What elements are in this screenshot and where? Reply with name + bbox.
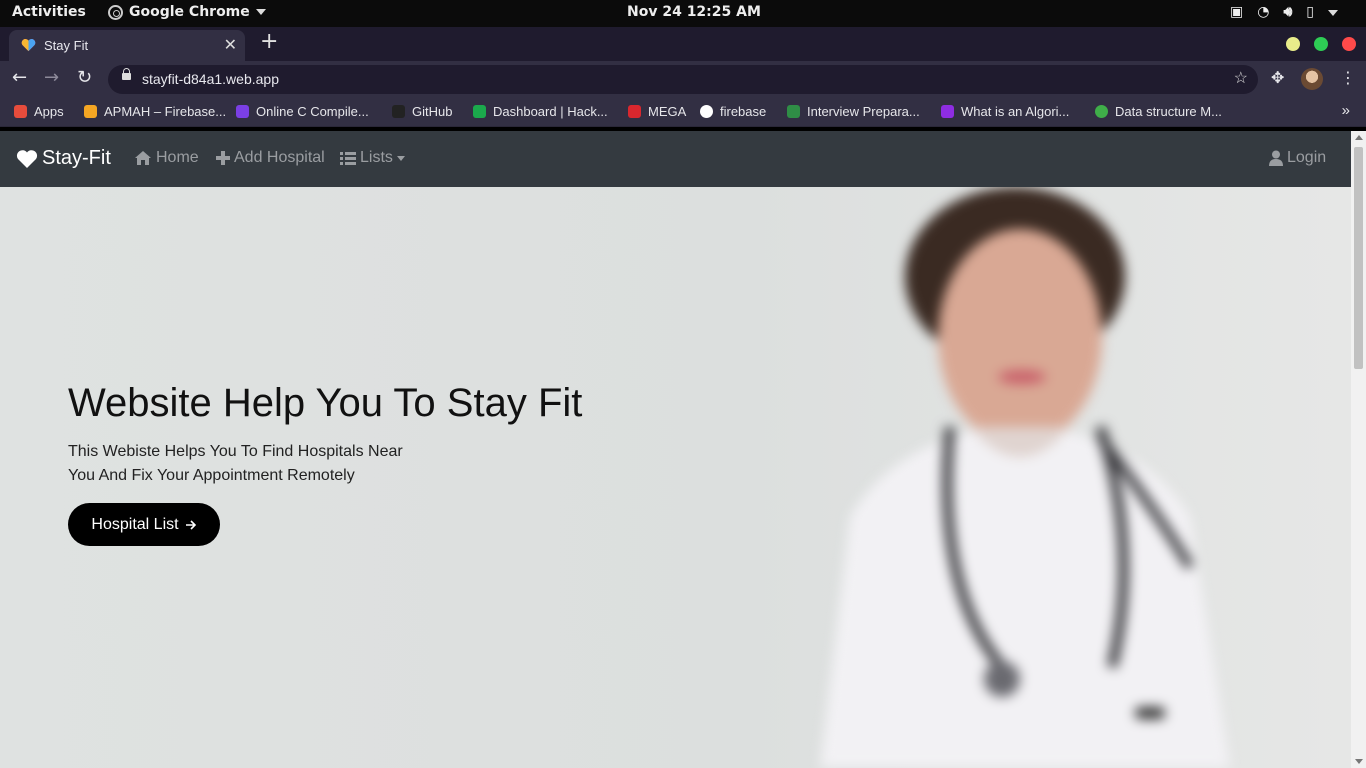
bookmark-label: Data structure M... [1115, 104, 1222, 119]
address-bar[interactable]: stayfit-d84a1.web.app ☆ [108, 65, 1258, 94]
bookmark-star-icon[interactable]: ☆ [1234, 68, 1248, 88]
hospital-list-button[interactable]: Hospital List [68, 503, 220, 546]
firebase-icon [84, 105, 97, 118]
nav-login-label: Login [1287, 149, 1327, 166]
bookmark-label: Interview Prepara... [807, 104, 920, 119]
bookmark-label: firebase [720, 104, 767, 119]
bolt-icon [236, 105, 249, 118]
back-button[interactable]: ← [12, 67, 27, 88]
arrow-right-icon [185, 519, 196, 530]
reload-button[interactable]: ↻ [77, 67, 92, 88]
clock[interactable]: Nov 24 12:25 AM [627, 4, 761, 20]
bookmark-item[interactable]: APMAH – Firebase... [84, 104, 226, 119]
gfg-circle-icon [1095, 105, 1108, 118]
bookmark-label: APMAH – Firebase... [104, 104, 227, 119]
hospital-list-button-label: Hospital List [91, 515, 179, 533]
hackerrank-icon [473, 105, 486, 118]
screen-icon: ▣ [1230, 4, 1244, 20]
list-icon [340, 152, 356, 165]
profile-avatar[interactable] [1301, 68, 1323, 90]
doctor-hero-image [820, 187, 1230, 768]
bookmark-label: MEGA [648, 104, 687, 119]
nav-home[interactable]: Home [134, 149, 199, 167]
question-icon [941, 105, 954, 118]
bookmark-item[interactable]: Apps [14, 104, 64, 119]
new-tab-button[interactable]: + [260, 29, 278, 54]
scrollbar-thumb[interactable] [1354, 147, 1363, 369]
bookmark-label: GitHub [412, 104, 453, 119]
tab-title: Stay Fit [44, 38, 89, 53]
url-text[interactable]: stayfit-d84a1.web.app [142, 71, 279, 87]
site-navbar: Stay-Fit Home Add Hospital Lists Login [0, 131, 1351, 187]
plus-icon [216, 151, 230, 165]
system-tray[interactable]: ▣ ◔ 🔊︎ ▯ [1230, 4, 1338, 20]
wifi-icon: ◔ [1257, 4, 1270, 20]
bookmark-label: What is an Algori... [961, 104, 1070, 119]
globe-icon [700, 105, 713, 118]
bookmark-label: Dashboard | Hack... [493, 104, 608, 119]
hero-subtitle: This Webiste Helps You To Find Hospitals… [68, 440, 428, 488]
gfg-icon [787, 105, 800, 118]
github-icon [392, 105, 405, 118]
bookmark-item[interactable]: Interview Prepara... [787, 104, 920, 119]
bookmark-item[interactable]: Online C Compile... [236, 104, 369, 119]
bookmark-item[interactable]: firebase [700, 104, 766, 119]
chevron-down-icon [1328, 10, 1338, 16]
bookmark-item[interactable]: Dashboard | Hack... [473, 104, 608, 119]
heart-favicon-icon [21, 39, 36, 52]
page-scrollbar[interactable] [1351, 131, 1366, 768]
minimize-button[interactable] [1286, 37, 1300, 51]
chevron-down-icon [255, 9, 266, 15]
bookmark-item[interactable]: What is an Algori... [941, 104, 1069, 119]
nav-add-hospital[interactable]: Add Hospital [216, 149, 325, 167]
caret-down-icon [396, 155, 405, 161]
app-menu[interactable]: Google Chrome [108, 4, 266, 20]
heart-icon [16, 149, 38, 168]
chrome-icon [108, 4, 123, 20]
maximize-button[interactable] [1314, 37, 1328, 51]
user-icon [1269, 150, 1283, 166]
hero-subtitle-line-1: This Webiste Helps You To Find Hospitals… [68, 443, 403, 460]
volume-icon: 🔊︎ [1283, 4, 1293, 20]
bookmarks-bar: » Apps APMAH – Firebase... Online C Compil… [0, 97, 1366, 127]
tab-strip: Stay Fit ✕ + [0, 27, 1366, 61]
apps-grid-icon [14, 105, 27, 118]
app-name: Google Chrome [129, 4, 250, 20]
close-window-button[interactable] [1342, 37, 1356, 51]
brand-logo[interactable]: Stay-Fit [16, 147, 111, 170]
brand-name: Stay-Fit [42, 147, 111, 169]
scroll-down-arrow[interactable] [1355, 759, 1363, 764]
nav-lists-label: Lists [360, 149, 393, 166]
lock-icon[interactable] [122, 68, 131, 80]
mega-icon [628, 105, 641, 118]
browser-toolbar: ← → ↻ stayfit-d84a1.web.app ☆ ✥ ⋮ [0, 61, 1366, 97]
forward-button[interactable]: → [44, 67, 59, 88]
hero-title: Website Help You To Stay Fit [68, 381, 583, 425]
system-top-bar: Activities Google Chrome Nov 24 12:25 AM… [0, 0, 1366, 27]
close-tab-icon[interactable]: ✕ [224, 35, 237, 55]
window-controls [1286, 37, 1356, 51]
activities-button[interactable]: Activities [12, 4, 86, 20]
web-page: Stay-Fit Home Add Hospital Lists Login W… [0, 131, 1351, 768]
bookmark-item[interactable]: GitHub [392, 104, 452, 119]
nav-home-label: Home [156, 149, 199, 166]
nav-add-hospital-label: Add Hospital [234, 149, 325, 166]
scroll-up-arrow[interactable] [1355, 135, 1363, 140]
nav-login[interactable]: Login [1269, 149, 1326, 167]
extensions-icon[interactable]: ✥ [1271, 68, 1284, 87]
bookmark-item[interactable]: Data structure M... [1095, 104, 1222, 119]
browser-tab[interactable]: Stay Fit ✕ [9, 30, 245, 61]
battery-icon: ▯ [1306, 4, 1314, 20]
bookmark-label: Apps [34, 104, 64, 119]
bookmark-item[interactable]: MEGA [628, 104, 686, 119]
home-icon [135, 151, 151, 165]
hero-subtitle-line-2: You And Fix Your Appointment Remotely [68, 467, 355, 484]
nav-lists-dropdown[interactable]: Lists [340, 149, 405, 167]
menu-kebab-icon[interactable]: ⋮ [1340, 68, 1356, 87]
bookmark-label: Online C Compile... [256, 104, 369, 119]
more-bookmarks-icon[interactable]: » [1342, 102, 1350, 119]
